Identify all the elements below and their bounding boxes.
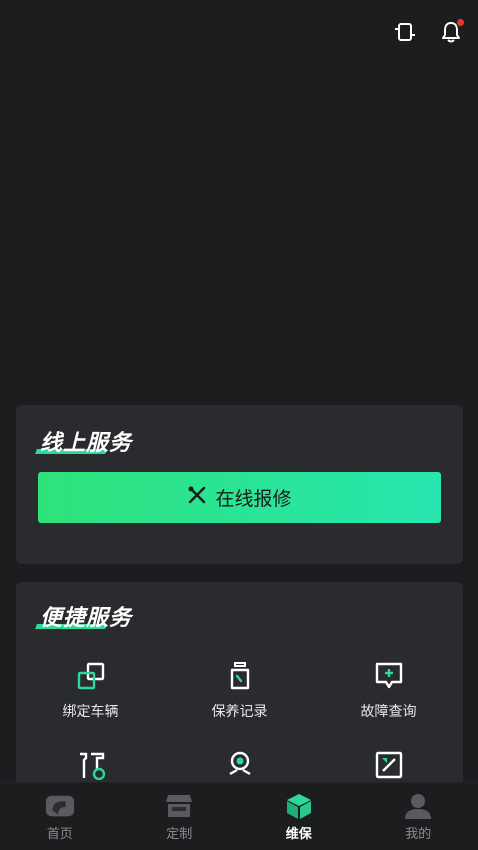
maintenance-record-item[interactable]: 保养记录 <box>165 660 314 721</box>
grid-item-label: 保养记录 <box>211 704 268 720</box>
fault-query-item[interactable]: 故障查询 <box>314 660 463 721</box>
tools-icon <box>75 749 107 781</box>
link-icon <box>75 660 107 692</box>
tab-label: 维保 <box>285 826 312 842</box>
oil-bottle-icon <box>224 660 256 692</box>
grid-item-label: 绑定车辆 <box>62 704 119 720</box>
bell-icon[interactable] <box>440 19 464 44</box>
quick-service-grid: 绑定车辆 保养记录 故障查询 <box>16 660 463 790</box>
tab-home[interactable]: 首页 <box>0 783 120 850</box>
notification-dot <box>457 19 464 26</box>
online-service-card: 线上服务 在线报修 <box>16 405 463 564</box>
store-icon <box>164 792 194 820</box>
tab-custom[interactable]: 定制 <box>120 783 240 850</box>
device-icon[interactable] <box>394 20 416 44</box>
online-repair-button[interactable]: 在线报修 <box>38 472 441 523</box>
tab-mine[interactable]: 我的 <box>359 783 478 850</box>
discount-icon <box>373 749 405 781</box>
location-pin-icon <box>224 749 256 781</box>
tab-label: 我的 <box>405 826 432 842</box>
grid-item-label: 故障查询 <box>360 704 417 720</box>
user-icon <box>403 792 433 820</box>
bind-vehicle-item[interactable]: 绑定车辆 <box>16 660 165 721</box>
bottom-tab-bar: 首页 定制 维保 我的 <box>0 782 478 850</box>
cube-icon <box>284 792 314 820</box>
online-repair-label: 在线报修 <box>215 488 292 510</box>
top-bar <box>394 19 464 44</box>
quick-service-title: 便捷服务 <box>35 600 132 632</box>
quick-service-card: 便捷服务 绑定车辆 保养记录 故障查询 <box>16 582 463 792</box>
chat-plus-icon <box>373 660 405 692</box>
online-service-title: 线上服务 <box>35 425 132 457</box>
tab-label: 定制 <box>166 826 193 842</box>
tab-label: 首页 <box>46 826 73 842</box>
tab-maintenance[interactable]: 维保 <box>239 783 359 850</box>
wrench-screwdriver-icon <box>187 485 207 510</box>
home-icon <box>45 792 75 820</box>
